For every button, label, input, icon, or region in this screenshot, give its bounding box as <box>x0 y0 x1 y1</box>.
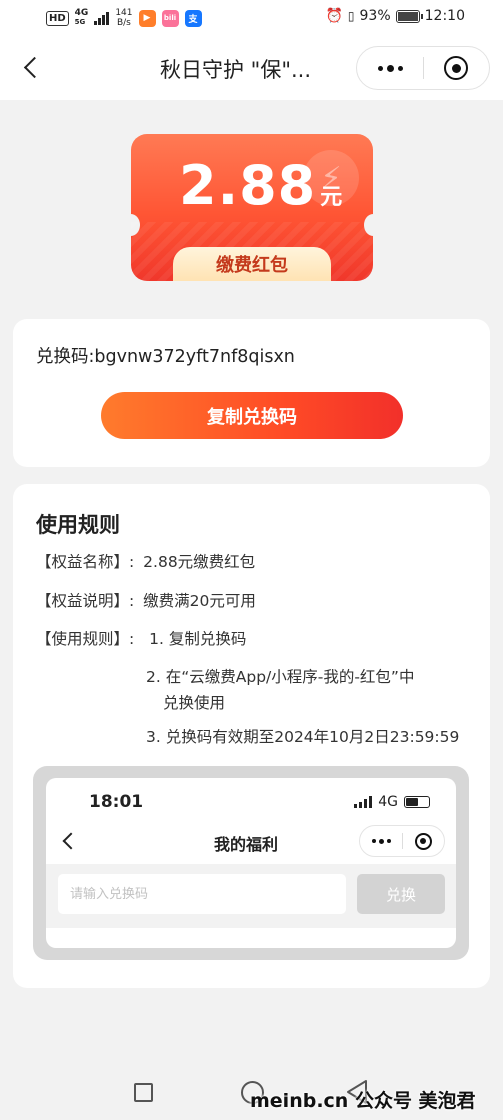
close-miniprogram-button[interactable] <box>424 46 489 90</box>
target-icon <box>444 56 469 80</box>
page-title: 秋日守护 "保"... <box>160 58 312 82</box>
battery-percent: 93% <box>359 8 391 24</box>
recent-apps-button[interactable] <box>134 1083 153 1102</box>
signal-icon <box>354 796 373 808</box>
alipay-app-icon: 支 <box>184 9 202 27</box>
rule-row-name: 【权益名称】: 2.88元缴费红包 <box>36 553 256 571</box>
rules-title: 使用规则 <box>36 513 120 537</box>
watermark: meinb.cn 公众号 美泡君 <box>250 1090 476 1112</box>
status-right: ⏰ ▯ 93% 12:10 <box>325 8 465 24</box>
miniprogram-capsule <box>356 46 490 90</box>
mini-title: 我的福利 <box>214 835 279 854</box>
coupon-value: 2.88 <box>179 154 317 217</box>
coupon-unit: 元 <box>320 185 343 210</box>
target-icon <box>403 832 444 850</box>
rule-row-desc: 【权益说明】: 缴费满20元可用 <box>36 592 256 610</box>
hd-icon: HD <box>46 10 69 26</box>
more-icon <box>360 838 402 844</box>
status-bar: HD 4G 5G 141 B/s ▶ bili 支 ⏰ ▯ 93% 12:10 <box>0 0 503 36</box>
mini-status: 4G <box>354 794 430 810</box>
battery-icon <box>404 796 430 808</box>
coupon-amount: 2.88 元 <box>179 154 342 217</box>
dot-icon <box>386 64 394 72</box>
status-left: HD 4G 5G 141 B/s ▶ bili 支 <box>46 8 202 28</box>
mini-capsule <box>359 825 445 857</box>
network-type: 4G 5G <box>74 8 89 27</box>
rule-step-2-cont: 兑换使用 <box>163 694 226 712</box>
dot-icon <box>377 65 383 71</box>
rule-row-usage: 【使用规则】: 1. 复制兑换码 <box>36 630 247 648</box>
coupon-card: ⚡ 2.88 元 缴费红包 <box>131 134 373 281</box>
instruction-screenshot: 18:01 4G 我的福利 兑换 <box>33 766 469 960</box>
alarm-icon: ⏰ <box>325 8 343 24</box>
mini-screen: 18:01 4G 我的福利 兑换 <box>46 778 456 948</box>
vibrate-icon: ▯ <box>347 9 355 23</box>
dot-icon <box>397 65 403 71</box>
rule-step-2: 2. 在“云缴费App/小程序-我的-红包”中 <box>146 668 415 686</box>
mini-redeem-form: 兑换 <box>46 864 456 928</box>
signal-icon <box>94 11 110 25</box>
bilibili-app-icon: bili <box>161 9 179 27</box>
back-button[interactable] <box>14 50 48 84</box>
mini-network: 4G <box>378 794 398 810</box>
navigation-bar: 秋日守护 "保"... <box>0 36 503 100</box>
copy-code-button[interactable]: 复制兑换码 <box>101 392 403 439</box>
mini-redeem-button: 兑换 <box>357 874 445 914</box>
back-icon <box>61 831 81 851</box>
rules-card: 使用规则 【权益名称】: 2.88元缴费红包 【权益说明】: 缴费满20元可用 … <box>13 484 490 988</box>
coupon-tag: 缴费红包 <box>173 247 331 281</box>
rule-step-3: 3. 兑换码有效期至2024年10月2日23:59:59 <box>146 728 460 746</box>
battery-icon <box>395 9 423 23</box>
network-speed: 141 B/s <box>115 8 133 28</box>
video-app-icon: ▶ <box>138 9 156 27</box>
redeem-code: 兑换码:bgvnw372yft7nf8qisxn <box>36 347 295 367</box>
mini-clock: 18:01 <box>89 792 144 812</box>
more-button[interactable] <box>357 46 423 90</box>
clock: 12:10 <box>424 8 465 24</box>
redeem-code-card: 兑换码:bgvnw372yft7nf8qisxn 复制兑换码 <box>13 319 490 467</box>
mini-code-input <box>58 874 346 914</box>
mini-nav: 我的福利 <box>46 820 456 862</box>
